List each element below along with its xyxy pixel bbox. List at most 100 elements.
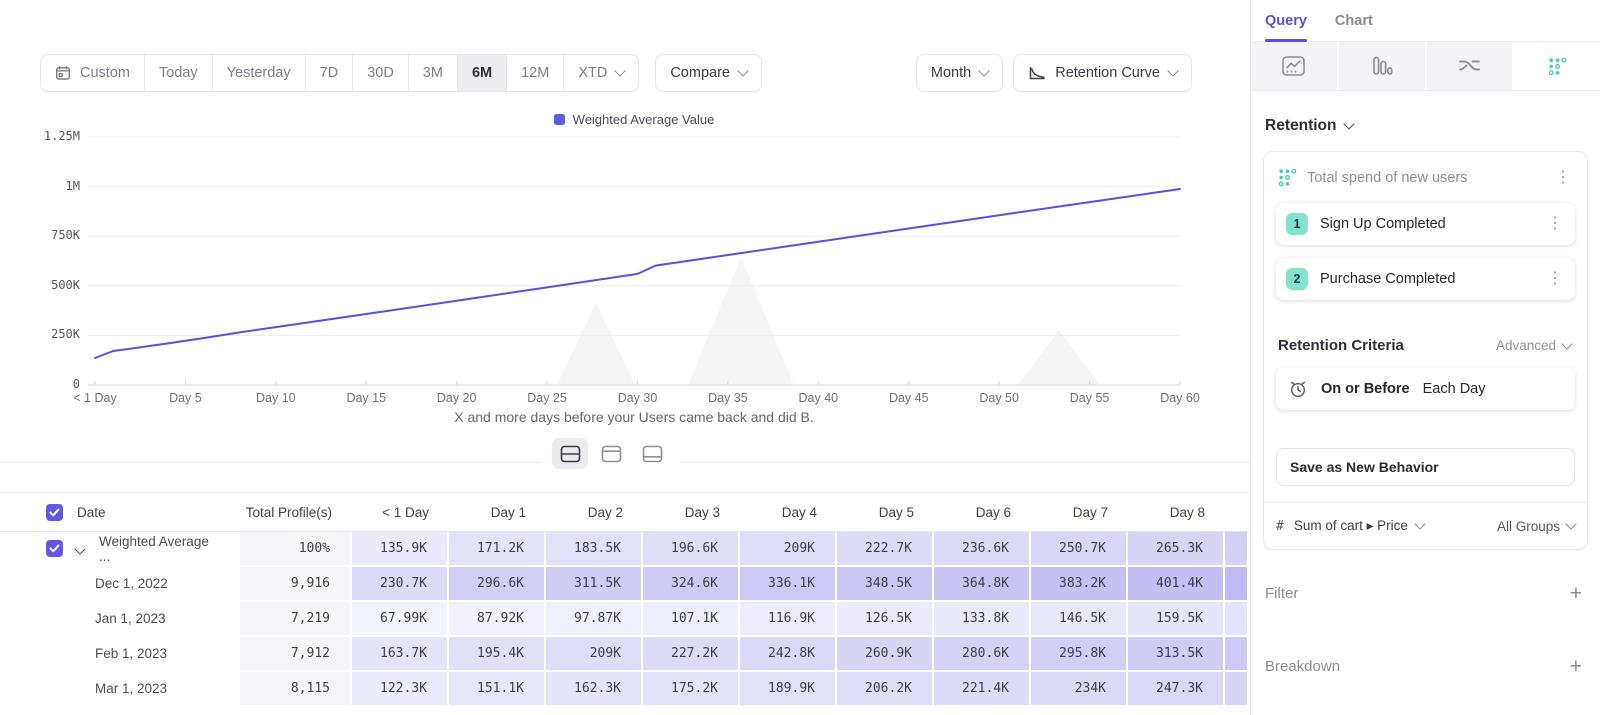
retention-value-cell[interactable]: 151.1K [449, 672, 546, 707]
retention-value-cell[interactable]: 348.5K [837, 567, 934, 602]
retention-value-cell[interactable]: 163.7K [352, 637, 449, 672]
retention-value-cell[interactable]: 242.8K [740, 637, 837, 672]
retention-value-cell[interactable]: 122.3K [352, 672, 449, 707]
retention-value-cell[interactable]: 221.4K [934, 672, 1031, 707]
add-filter-button[interactable]: + [1570, 583, 1582, 604]
retention-value-cell[interactable]: 116.9K [740, 602, 837, 637]
table-layout-split-button[interactable] [552, 438, 588, 469]
retention-value-cell[interactable]: 206.2K [837, 672, 934, 707]
tab-query[interactable]: Query [1265, 0, 1307, 42]
retention-value-cell[interactable]: 324.6K [643, 567, 740, 602]
retention-value-cell[interactable]: 209K [546, 637, 643, 672]
retention-value-cell[interactable]: 175.2K [643, 672, 740, 707]
compare-button[interactable]: Compare [655, 54, 762, 92]
range-option-6m[interactable]: 6M [457, 55, 506, 91]
retention-value-cell[interactable]: 260.9K [837, 637, 934, 672]
retention-value-cell[interactable]: 234K [1031, 672, 1128, 707]
retention-value-cell-clipped [1225, 672, 1249, 707]
retention-value-cell[interactable]: 364.8K [934, 567, 1031, 602]
range-option-custom[interactable]: Custom [41, 55, 144, 91]
report-type-tab-flows[interactable] [1427, 42, 1515, 90]
step-number-badge: 2 [1286, 268, 1308, 290]
retention-value-cell[interactable]: 383.2K [1031, 567, 1128, 602]
retention-value-cell[interactable]: 311.5K [546, 567, 643, 602]
retention-value-cell[interactable]: 296.6K [449, 567, 546, 602]
retention-value-cell[interactable]: 209K [740, 532, 837, 567]
retention-value-cell[interactable]: 336.1K [740, 567, 837, 602]
table-layout-split-icon [560, 445, 581, 463]
granularity-button[interactable]: Month [916, 54, 1003, 92]
retention-section-header[interactable]: Retention [1251, 91, 1600, 149]
table-row-date[interactable]: Jan 1, 2023 [0, 602, 240, 637]
kebab-menu-icon[interactable]: ⋮ [1545, 216, 1565, 232]
range-option-label: 30D [367, 65, 394, 81]
measure-property-dropdown[interactable]: Sum of cart ▸ Price [1294, 518, 1424, 534]
table-row-date[interactable]: Mar 1, 2023 [0, 672, 240, 707]
table-row-date[interactable]: Feb 1, 2023 [0, 637, 240, 672]
retention-value-cell[interactable]: 230.7K [352, 567, 449, 602]
kebab-menu-icon[interactable]: ⋮ [1545, 271, 1565, 287]
save-as-new-behavior-button[interactable]: Save as New Behavior [1276, 448, 1575, 486]
filter-label: Filter [1265, 585, 1298, 602]
tab-chart[interactable]: Chart [1335, 0, 1373, 42]
retention-value-cell[interactable]: 133.8K [934, 602, 1031, 637]
sidebar-tabs: Query Chart [1251, 0, 1600, 42]
range-option-3m[interactable]: 3M [408, 55, 457, 91]
retention-value-cell[interactable]: 236.6K [934, 532, 1031, 567]
retention-when-card[interactable]: On or Before Each Day [1276, 368, 1575, 410]
report-type-tab-funnel-bars[interactable] [1339, 42, 1427, 90]
retention-value-cell[interactable]: 280.6K [934, 637, 1031, 672]
retention-value-cell[interactable]: 189.9K [740, 672, 837, 707]
retention-value-cell[interactable]: 87.92K [449, 602, 546, 637]
retention-value-cell[interactable]: 227.2K [643, 637, 740, 672]
retention-value-cell[interactable]: 135.9K [352, 532, 449, 567]
range-option-yesterday[interactable]: Yesterday [212, 55, 305, 91]
range-option-12m[interactable]: 12M [506, 55, 563, 91]
range-option-xtd[interactable]: XTD [563, 55, 638, 91]
retention-value-cell[interactable]: 146.5K [1031, 602, 1128, 637]
retention-value-cell[interactable]: 222.7K [837, 532, 934, 567]
all-groups-dropdown[interactable]: All Groups [1497, 519, 1575, 534]
retention-value-cell[interactable]: 195.4K [449, 637, 546, 672]
range-option-7d[interactable]: 7D [305, 55, 353, 91]
retention-value-cell[interactable]: 250.7K [1031, 532, 1128, 567]
chevron-down-icon [979, 65, 990, 76]
retention-value-cell[interactable]: 313.5K [1128, 637, 1225, 672]
retention-value-cell[interactable]: 196.6K [643, 532, 740, 567]
advanced-dropdown[interactable]: Advanced [1496, 338, 1571, 353]
range-option-today[interactable]: Today [144, 55, 212, 91]
behavior-step[interactable]: 1Sign Up Completed⋮ [1276, 203, 1575, 245]
behavior-step[interactable]: 2Purchase Completed⋮ [1276, 258, 1575, 300]
kebab-menu-icon[interactable]: ⋮ [1553, 170, 1573, 186]
row-checkbox[interactable] [46, 540, 63, 557]
y-axis-tick: 1M [0, 179, 80, 193]
step-number-badge: 1 [1286, 213, 1308, 235]
retention-value-cell[interactable]: 126.5K [837, 602, 934, 637]
retention-value-cell[interactable]: 247.3K [1128, 672, 1225, 707]
table-row-date[interactable]: Dec 1, 2022 [0, 567, 240, 602]
retention-value-cell[interactable]: 162.3K [546, 672, 643, 707]
report-type-tab-retention-dots[interactable] [1514, 42, 1600, 90]
retention-value-cell[interactable]: 183.5K [546, 532, 643, 567]
retention-value-cell[interactable]: 67.99K [352, 602, 449, 637]
range-option-label: Custom [80, 65, 130, 81]
chart-type-button[interactable]: Retention Curve [1013, 54, 1192, 92]
retention-value-cell[interactable]: 265.3K [1128, 532, 1225, 567]
table-row-date[interactable]: Weighted Average ... [0, 532, 240, 567]
retention-curve-chart [0, 110, 1250, 430]
retention-value-cell[interactable]: 401.4K [1128, 567, 1225, 602]
add-breakdown-button[interactable]: + [1570, 656, 1582, 677]
table-layout-top-button[interactable] [593, 438, 629, 469]
select-all-checkbox[interactable] [46, 504, 63, 521]
table-layout-bottom-button[interactable] [634, 438, 670, 469]
each-day-label: Each Day [1423, 381, 1486, 397]
retention-value-cell[interactable]: 159.5K [1128, 602, 1225, 637]
retention-value-cell[interactable]: 171.2K [449, 532, 546, 567]
retention-value-cell[interactable]: 97.87K [546, 602, 643, 637]
report-type-tab-insights-chart[interactable] [1251, 42, 1339, 90]
range-option-30d[interactable]: 30D [352, 55, 408, 91]
retention-value-cell[interactable]: 107.1K [643, 602, 740, 637]
retention-value-cell[interactable]: 295.8K [1031, 637, 1128, 672]
range-option-label: 12M [521, 65, 549, 81]
table-header-cell: < 1 Day [352, 493, 449, 531]
